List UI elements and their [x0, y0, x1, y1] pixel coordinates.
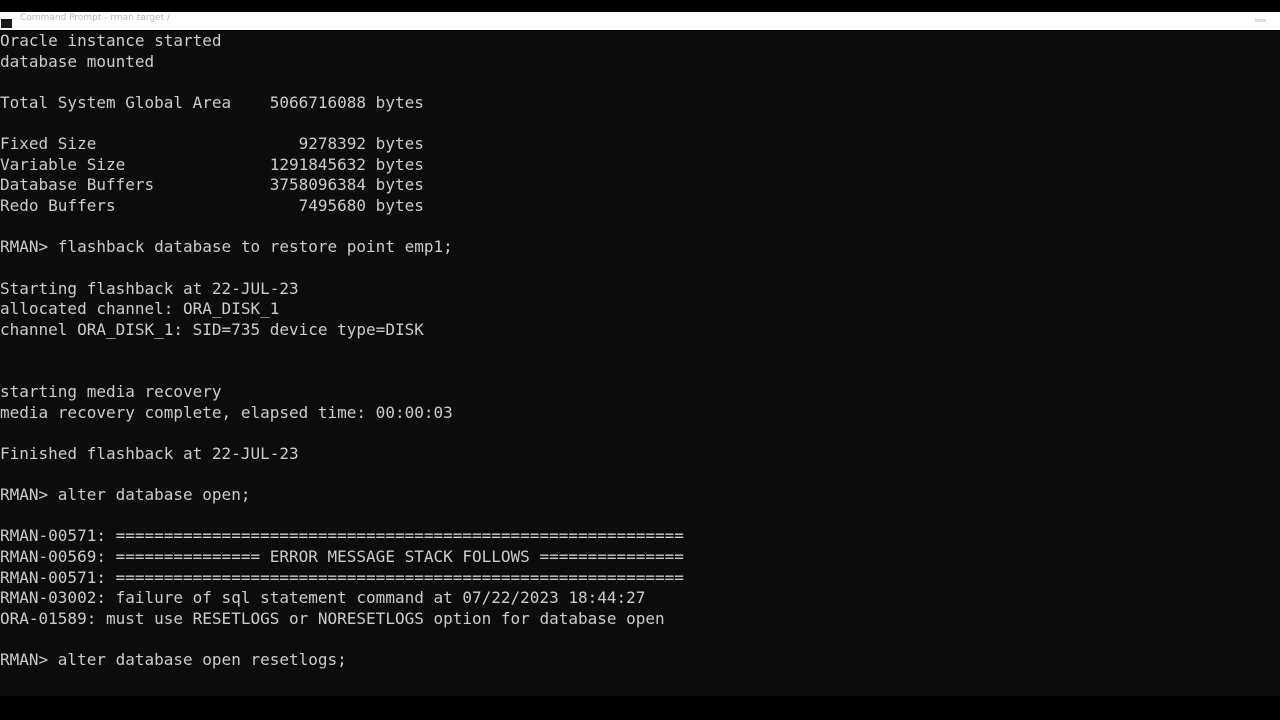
console-line: RMAN-00571: ============================… — [0, 526, 684, 546]
console-line: Database Buffers 3758096384 bytes — [0, 175, 424, 195]
console-line: RMAN-00569: =============== ERROR MESSAG… — [0, 547, 684, 567]
console-line: ORA-01589: must use RESETLOGS or NORESET… — [0, 608, 665, 628]
console-line: RMAN> flashback database to restore poin… — [0, 237, 453, 257]
console-line: media recovery complete, elapsed time: 0… — [0, 402, 453, 422]
console-line: Total System Global Area 5066716088 byte… — [0, 92, 424, 112]
console-line: Variable Size 1291845632 bytes — [0, 154, 424, 174]
console-line: channel ORA_DISK_1: SID=735 device type=… — [0, 319, 424, 339]
console-line: RMAN> alter database open; — [0, 485, 251, 505]
console-output[interactable]: Oracle instance started database mounted T… — [0, 31, 1280, 696]
console-line: Fixed Size 9278392 bytes — [0, 134, 424, 154]
window-bottom-edge — [0, 696, 1280, 720]
console-line: allocated channel: ORA_DISK_1 — [0, 299, 280, 319]
scrollbar[interactable] — [1274, 31, 1280, 696]
console-line: Redo Buffers 7495680 bytes — [0, 196, 424, 216]
console-line: RMAN-00571: ============================… — [0, 567, 684, 587]
command-prompt-icon — [1, 19, 12, 28]
console-lines: Oracle instance started database mounted T… — [0, 31, 1280, 692]
console-line: Oracle instance started — [0, 31, 222, 50]
minimize-button[interactable] — [1255, 19, 1266, 22]
window-title: Command Prompt - rman target / — [20, 13, 171, 23]
console-line: starting media recovery — [0, 381, 222, 401]
console-line: Starting flashback at 22-JUL-23 — [0, 278, 299, 298]
console-line: Finished flashback at 22-JUL-23 — [0, 443, 299, 463]
console-line: RMAN> alter database open resetlogs; — [0, 650, 347, 670]
title-bar[interactable]: Command Prompt - rman target / — [0, 12, 1280, 30]
console-line: RMAN-03002: failure of sql statement com… — [0, 588, 646, 608]
console-line: database mounted — [0, 51, 155, 71]
terminal-window: Command Prompt - rman target / Oracle in… — [0, 0, 1280, 720]
